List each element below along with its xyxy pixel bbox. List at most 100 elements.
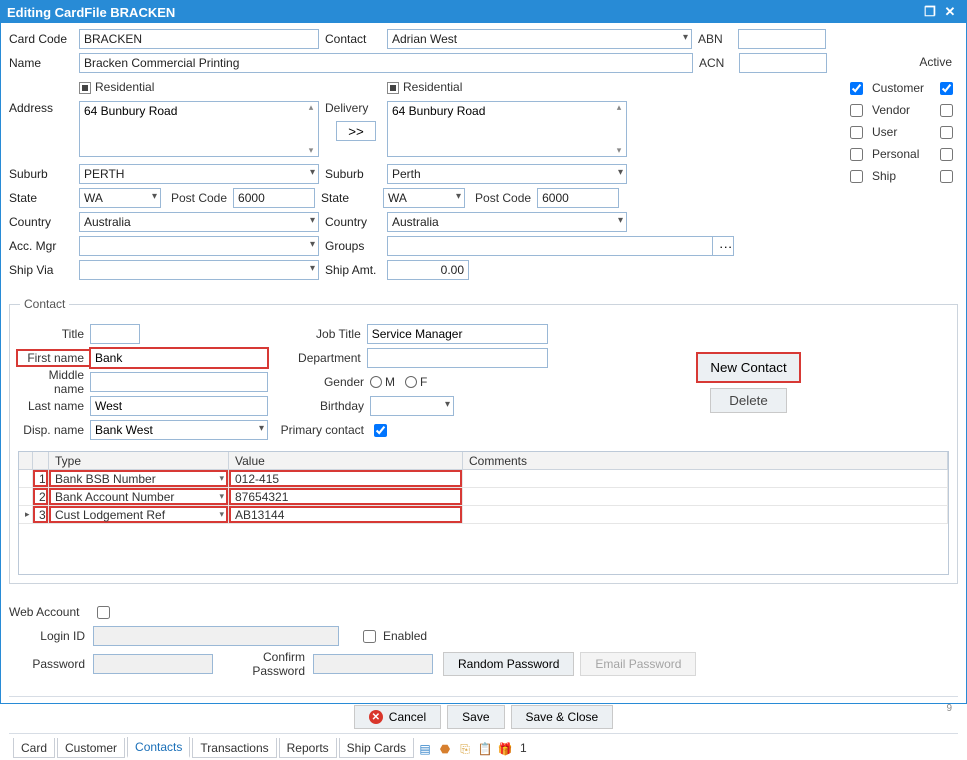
postcode1-input[interactable] (233, 188, 315, 208)
postcode2-input[interactable] (537, 188, 619, 208)
gender-f-radio[interactable] (405, 376, 417, 388)
department-input[interactable] (367, 348, 548, 368)
country1-select[interactable] (79, 212, 319, 232)
row-type[interactable]: Cust Lodgement Ref▾ (49, 506, 229, 523)
delivery-input[interactable] (387, 101, 627, 157)
row-comments[interactable] (463, 470, 948, 487)
window-title: Editing CardFile BRACKEN (7, 5, 175, 20)
groups-lookup-button[interactable]: ··· (712, 236, 734, 256)
shipvia-select[interactable] (79, 260, 319, 280)
residential1-check[interactable] (79, 82, 91, 94)
row-value[interactable]: 87654321 (229, 488, 463, 505)
clipboard-icon[interactable]: 📋 (476, 740, 494, 758)
gift-icon[interactable]: 🎁 (496, 740, 514, 758)
contact-legend: Contact (20, 297, 69, 311)
suburb1-select[interactable] (79, 164, 319, 184)
login-input[interactable] (93, 626, 339, 646)
primary-label: Primary contact (278, 423, 370, 437)
restore-icon[interactable]: ❐ (920, 2, 940, 22)
user-check[interactable] (850, 126, 863, 139)
new-contact-button[interactable]: New Contact (697, 353, 799, 382)
lastname-input[interactable] (90, 396, 268, 416)
title-input[interactable] (90, 324, 140, 344)
confirm-password-input[interactable] (313, 654, 433, 674)
row-num[interactable]: 2 (33, 488, 49, 505)
dispname-select[interactable] (90, 420, 268, 440)
row-comments[interactable] (463, 488, 948, 505)
residential2-check[interactable] (387, 82, 399, 94)
department-label: Department (278, 351, 367, 365)
accmgr-select[interactable] (79, 236, 319, 256)
card-code-input[interactable] (79, 29, 319, 49)
abn-input[interactable] (738, 29, 826, 49)
vendor-check2[interactable] (940, 104, 953, 117)
scroll-up-icon[interactable]: ▴ (304, 102, 318, 116)
suburb2-select[interactable] (387, 164, 627, 184)
contact-select[interactable] (387, 29, 692, 49)
copy-address-button[interactable]: >> (336, 121, 376, 141)
personal-check2[interactable] (940, 148, 953, 161)
web-account-section: Web Account Login ID Enabled Password Co… (9, 598, 958, 686)
cancel-button[interactable]: ✕Cancel (354, 705, 441, 729)
tag-icon[interactable]: ⬣ (436, 740, 454, 758)
webaccount-check[interactable] (97, 606, 110, 619)
acn-input[interactable] (739, 53, 827, 73)
row-type[interactable]: Bank Account Number▾ (49, 488, 229, 505)
customer-check2[interactable] (940, 82, 953, 95)
vendor-check[interactable] (850, 104, 863, 117)
copy-icon[interactable]: ⎘ (456, 740, 474, 758)
ship-check[interactable] (850, 170, 863, 183)
scroll-down-icon[interactable]: ▾ (304, 145, 318, 159)
notes-icon[interactable]: ▤ (416, 740, 434, 758)
tab-transactions[interactable]: Transactions (192, 738, 276, 758)
address-input[interactable] (79, 101, 319, 157)
row-value[interactable]: AB13144 (229, 506, 463, 523)
row-comments[interactable] (463, 506, 948, 523)
firstname-input[interactable] (90, 348, 268, 368)
password-input[interactable] (93, 654, 213, 674)
th-comments[interactable]: Comments (463, 452, 948, 469)
personal-check[interactable] (850, 148, 863, 161)
ship-check2[interactable] (940, 170, 953, 183)
gender-m-radio[interactable] (370, 376, 382, 388)
row-num[interactable]: 1 (33, 470, 49, 487)
tab-shipcards[interactable]: Ship Cards (339, 738, 414, 758)
shipamt-input[interactable] (387, 260, 469, 280)
name-input[interactable] (79, 53, 693, 73)
save-close-button[interactable]: Save & Close (511, 705, 614, 729)
row-value[interactable]: 012-415 (229, 470, 463, 487)
chevron-down-icon[interactable]: ▾ (219, 473, 224, 484)
save-button[interactable]: Save (447, 705, 504, 729)
groups-input[interactable] (387, 236, 713, 256)
customer-check[interactable] (850, 82, 863, 95)
primary-contact-check[interactable] (374, 424, 387, 437)
user-label: User (872, 125, 897, 139)
state2-select[interactable] (383, 188, 465, 208)
tab-contacts[interactable]: Contacts (127, 737, 190, 758)
enabled-check[interactable] (363, 630, 376, 643)
state1-select[interactable] (79, 188, 161, 208)
row-num[interactable]: 3 (33, 506, 49, 523)
country2-select[interactable] (387, 212, 627, 232)
tab-card[interactable]: Card (13, 738, 55, 758)
middle-input[interactable] (90, 372, 268, 392)
delete-contact-button[interactable]: Delete (710, 388, 787, 413)
tab-reports[interactable]: Reports (279, 738, 337, 758)
th-value[interactable]: Value (229, 452, 463, 469)
contact-details-table: Type Value Comments 1 Bank BSB Number▾ 0… (18, 451, 949, 575)
user-check2[interactable] (940, 126, 953, 139)
close-icon[interactable]: ✕ (940, 2, 960, 22)
abn-label: ABN (698, 32, 738, 46)
tab-customer[interactable]: Customer (57, 738, 125, 758)
random-password-button[interactable]: Random Password (443, 652, 574, 676)
scroll-up-icon[interactable]: ▴ (612, 102, 626, 116)
jobtitle-input[interactable] (367, 324, 548, 344)
email-password-button: Email Password (580, 652, 696, 676)
birthday-select[interactable] (370, 396, 454, 416)
chevron-down-icon[interactable]: ▾ (219, 509, 224, 520)
chevron-down-icon[interactable]: ▾ (219, 491, 224, 502)
row-type[interactable]: Bank BSB Number▾ (49, 470, 229, 487)
scroll-down-icon[interactable]: ▾ (612, 145, 626, 159)
th-type[interactable]: Type (49, 452, 229, 469)
firstname-label: First name (18, 351, 90, 365)
